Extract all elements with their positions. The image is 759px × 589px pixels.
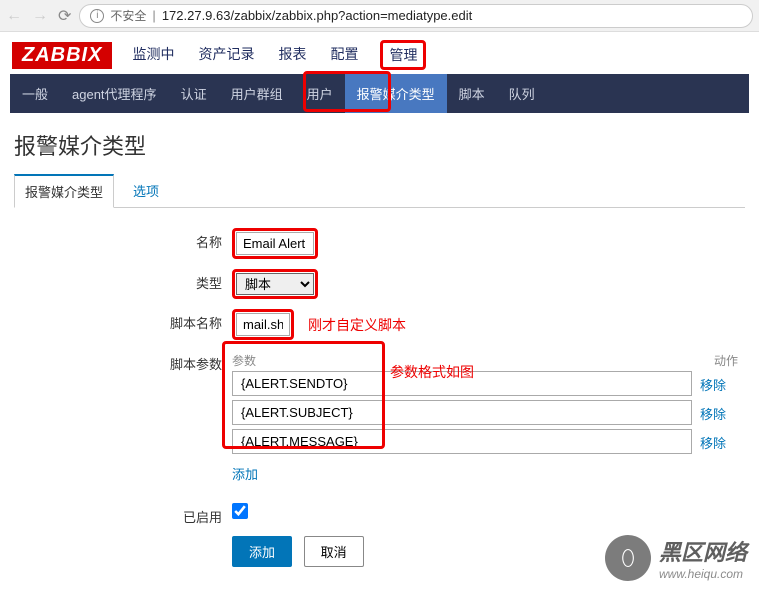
watermark-url: www.heiqu.com [659,567,747,581]
annotation-box-name [232,228,318,259]
param-row: 移除 [232,371,738,396]
browser-chrome: ← → ⟳ i 不安全 | 172.27.9.63/zabbix/zabbix.… [0,0,759,32]
watermark-icon: ⬯ [605,535,651,581]
watermark: ⬯ 黑区网络 www.heiqu.com [605,535,747,581]
script-annotation: 刚才自定义脚本 [308,315,406,335]
params-annotation: 参数格式如图 [390,362,474,382]
subnav-queue[interactable]: 队列 [497,74,547,113]
type-label: 类型 [14,269,232,292]
tab-media-type[interactable]: 报警媒介类型 [14,174,114,208]
enabled-label: 已启用 [14,503,232,526]
forward-icon[interactable]: → [32,7,48,25]
subnav-user-groups[interactable]: 用户群组 [219,74,295,113]
tabs: 报警媒介类型 选项 [14,173,745,208]
nav-config[interactable]: 配置 [328,40,360,70]
insecure-label: 不安全 [110,7,146,24]
sub-nav: 一般 agent代理程序 认证 用户群组 用户 报警媒介类型 脚本 队列 [10,74,749,113]
script-name-input[interactable] [236,313,290,336]
param-row: 移除 [232,429,738,454]
param-input-2[interactable] [232,429,692,454]
page-title: 报警媒介类型 [14,129,745,161]
param-row: 移除 [232,400,738,425]
subnav-users[interactable]: 用户 [295,74,345,113]
cancel-button[interactable]: 取消 [304,536,364,567]
annotation-box-type: 脚本 [232,269,318,299]
param-input-1[interactable] [232,400,692,425]
params-header-action: 动作 [698,352,738,369]
name-input[interactable] [236,232,314,255]
subnav-media-types[interactable]: 报警媒介类型 [345,74,447,113]
watermark-cn: 黑区网络 [659,535,747,567]
enabled-checkbox[interactable] [232,503,248,519]
subnav-general[interactable]: 一般 [10,74,60,113]
name-label: 名称 [14,228,232,251]
info-icon[interactable]: i [90,9,104,23]
subnav-scripts[interactable]: 脚本 [447,74,497,113]
param-add[interactable]: 添加 [232,464,258,483]
script-name-label: 脚本名称 [14,309,232,332]
type-select[interactable]: 脚本 [236,273,314,295]
subnav-auth[interactable]: 认证 [169,74,219,113]
nav-admin[interactable]: 管理 [380,40,426,70]
param-remove-2[interactable]: 移除 [700,429,726,454]
nav-monitoring[interactable]: 监测中 [130,40,176,70]
zabbix-logo[interactable]: ZABBIX [12,42,112,69]
url-text: 172.27.9.63/zabbix/zabbix.php?action=med… [162,8,472,23]
address-bar[interactable]: i 不安全 | 172.27.9.63/zabbix/zabbix.php?ac… [79,4,753,28]
nav-reports[interactable]: 报表 [276,40,308,70]
submit-button[interactable]: 添加 [232,536,292,567]
annotation-box-script [232,309,294,340]
param-remove-0[interactable]: 移除 [700,371,726,396]
back-icon[interactable]: ← [6,7,22,25]
nav-inventory[interactable]: 资产记录 [196,40,256,70]
subnav-agent-proxy[interactable]: agent代理程序 [60,74,169,113]
params-label: 脚本参数 [14,350,232,373]
param-remove-1[interactable]: 移除 [700,400,726,425]
reload-icon[interactable]: ⟳ [58,6,71,26]
app-header: ZABBIX 监测中 资产记录 报表 配置 管理 [0,32,759,74]
top-nav: 监测中 资产记录 报表 配置 管理 [130,40,426,70]
tab-options[interactable]: 选项 [122,174,170,208]
